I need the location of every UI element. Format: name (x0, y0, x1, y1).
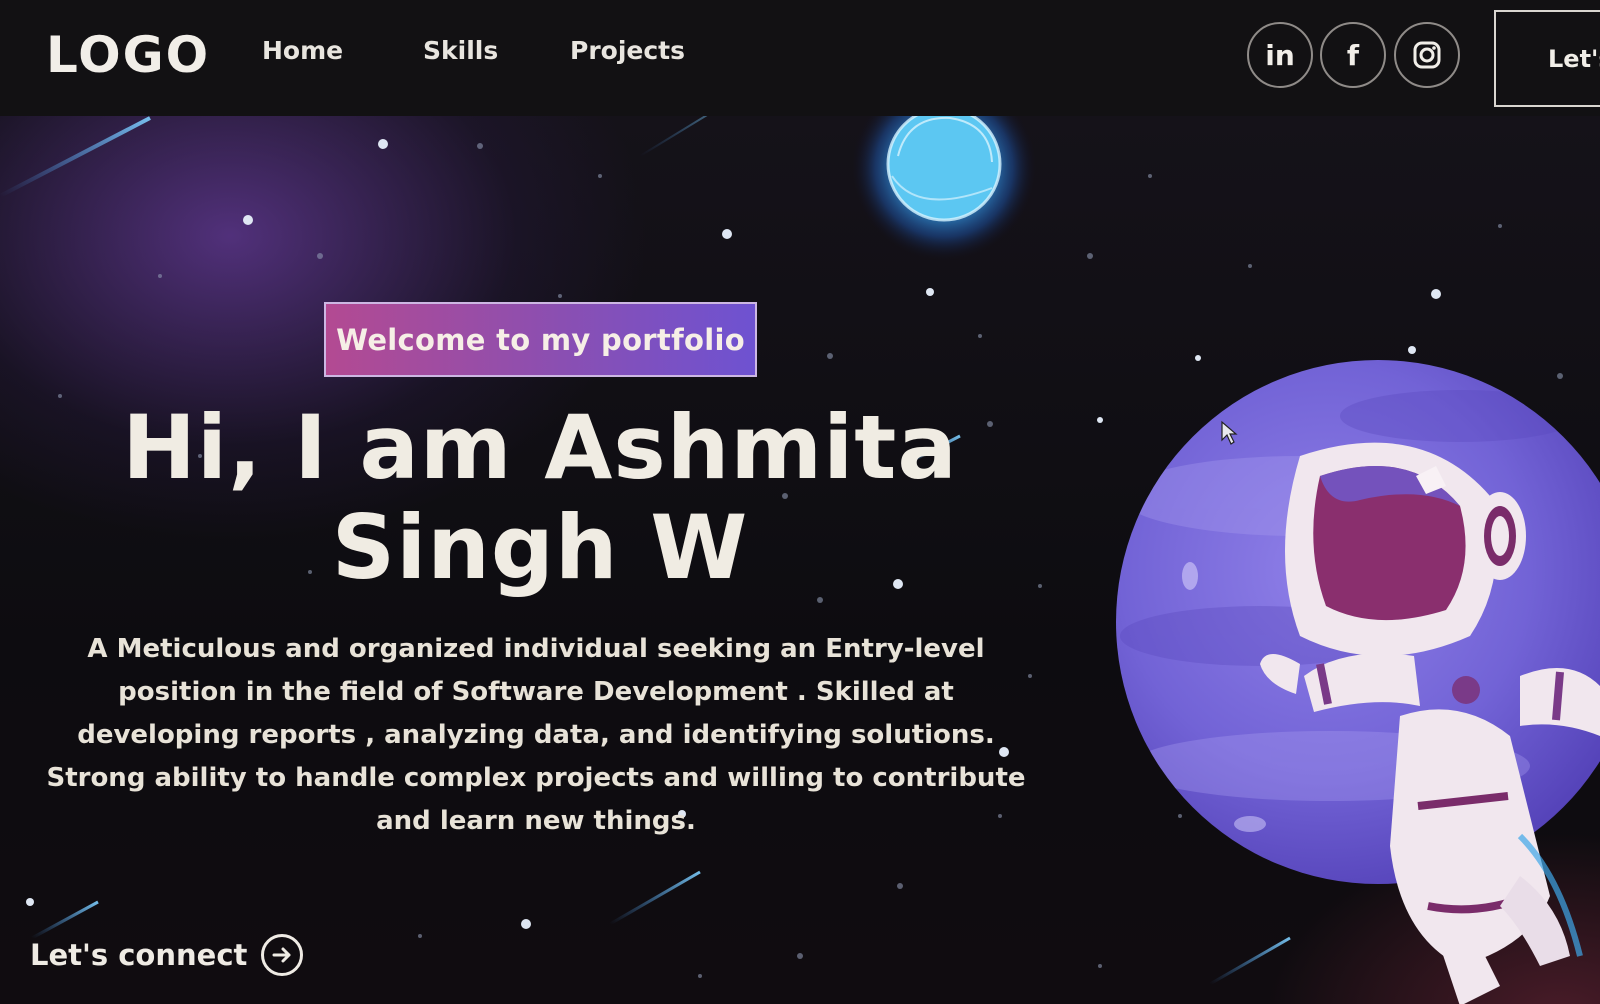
hero-description: A Meticulous and organized individual se… (36, 628, 1036, 843)
headline-line-2: Singh W (331, 496, 749, 599)
description-line: developing reports , analyzing data, and… (77, 720, 995, 750)
nav-link-projects[interactable]: Projects (570, 36, 685, 65)
linkedin-button[interactable]: in (1247, 22, 1313, 88)
shooting-star (609, 870, 701, 926)
description-line: A Meticulous and organized individual se… (87, 634, 985, 664)
facebook-button[interactable]: f (1320, 22, 1386, 88)
mouse-cursor-icon (1221, 420, 1238, 445)
description-line: position in the field of Software Develo… (118, 677, 954, 707)
blue-moon-illustration (852, 116, 1036, 260)
hero-headline: Hi, I am Ashmita Singh W (40, 398, 1040, 598)
welcome-badge: Welcome to my portfolio (324, 302, 757, 377)
nav-link-home[interactable]: Home (262, 36, 343, 65)
headline-line-1: Hi, I am Ashmita (122, 396, 958, 499)
arrow-right-circle-icon (261, 934, 304, 976)
astronaut-on-planet-illustration (1116, 360, 1600, 1004)
instagram-button[interactable] (1394, 22, 1460, 88)
logo[interactable]: LOGO (46, 26, 210, 84)
description-line: Strong ability to handle complex project… (46, 763, 1026, 793)
lets-connect-label: Let's connect (30, 938, 248, 972)
lets-connect-button[interactable]: Let's connect (30, 932, 304, 978)
linkedin-icon: in (1265, 38, 1295, 72)
instagram-icon (1413, 41, 1441, 69)
hero-section: Welcome to my portfolio Hi, I am Ashmita… (0, 116, 1600, 1004)
navbar: LOGO Home Skills Projects in f Let's (0, 0, 1600, 116)
nav-link-skills[interactable]: Skills (423, 36, 498, 65)
description-line: and learn new things. (376, 806, 696, 836)
lets-connect-nav-button[interactable]: Let's (1494, 10, 1600, 107)
shooting-star (0, 116, 151, 198)
facebook-icon: f (1346, 38, 1360, 72)
